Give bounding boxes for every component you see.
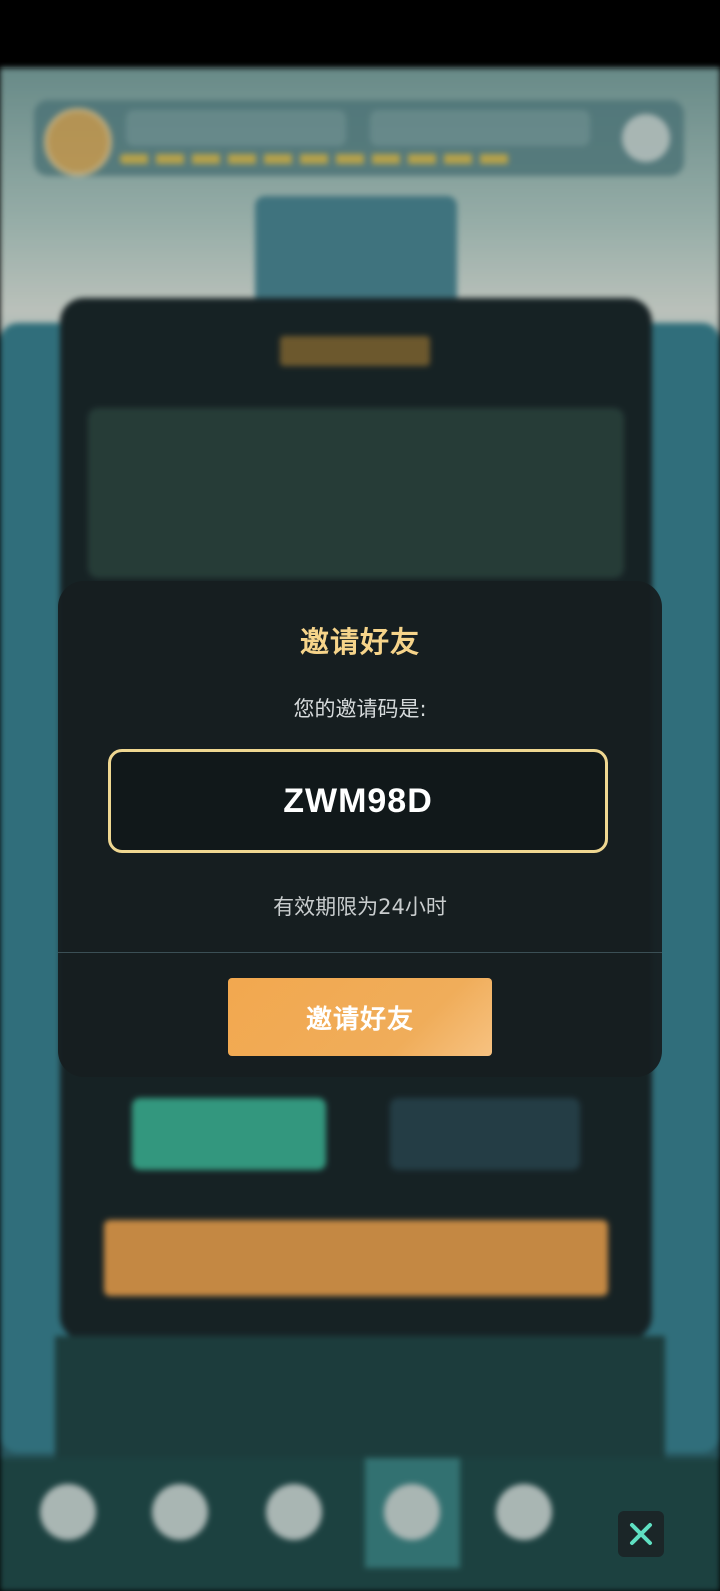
invite-friend-button[interactable]: 邀请好友 (228, 978, 492, 1056)
invite-code-box[interactable]: ZWM98D (108, 749, 608, 853)
close-icon[interactable] (618, 1511, 664, 1557)
invite-friend-modal: 邀请好友 您的邀请码是: ZWM98D 有效期限为24小时 邀请好友 (58, 581, 662, 1077)
invite-code[interactable]: ZWM98D (283, 782, 433, 821)
validity-note: 有效期限为24小时 (273, 895, 447, 919)
modal-title: 邀请好友 (299, 625, 420, 659)
modal-divider (58, 952, 662, 953)
invite-code-label: 您的邀请码是: (293, 697, 427, 721)
status-bar (0, 0, 720, 68)
